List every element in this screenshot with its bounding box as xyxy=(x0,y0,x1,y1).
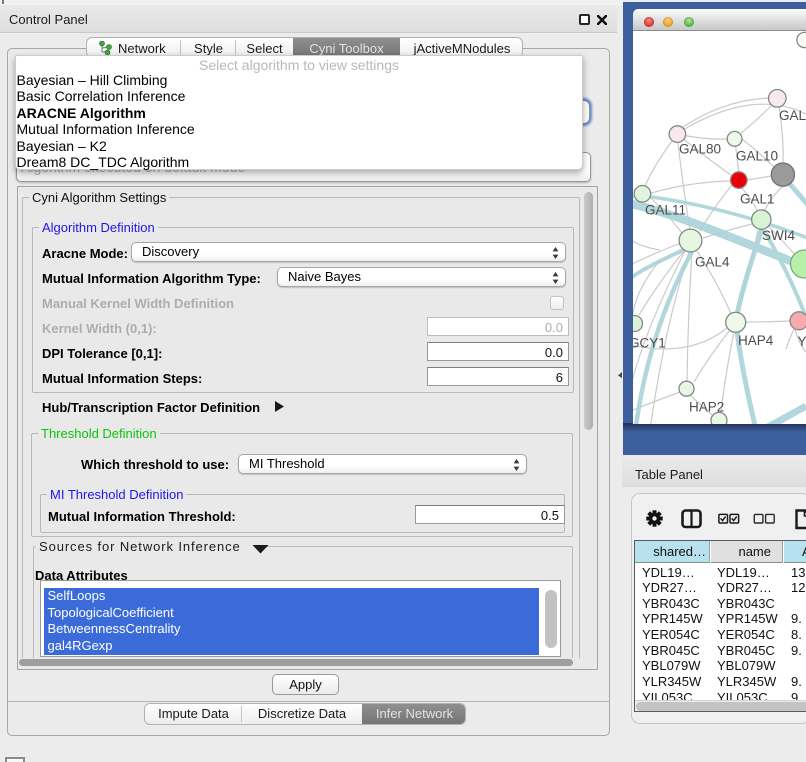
svg-text:GAL1: GAL1 xyxy=(740,192,775,207)
svg-text:GAL11: GAL11 xyxy=(645,203,686,218)
svg-text:HAP4: HAP4 xyxy=(738,333,774,348)
svg-text:GAL2: GAL2 xyxy=(779,108,806,123)
svg-text:GAL4: GAL4 xyxy=(695,255,730,270)
svg-text:SWI4: SWI4 xyxy=(762,228,795,243)
svg-text:HAP2: HAP2 xyxy=(689,400,724,415)
svg-text:GAL80: GAL80 xyxy=(679,142,721,157)
svg-text:Y: Y xyxy=(798,334,806,349)
svg-text:GCY1: GCY1 xyxy=(633,336,666,351)
svg-text:GAL10: GAL10 xyxy=(736,149,778,164)
